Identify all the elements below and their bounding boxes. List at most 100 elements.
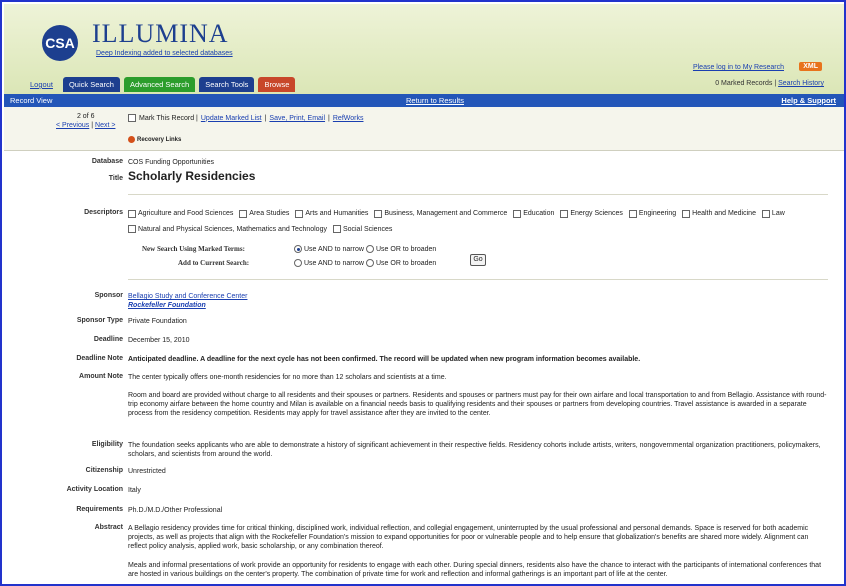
brand-title: ILLUMINA — [92, 19, 229, 48]
descriptor-checkbox[interactable] — [128, 209, 136, 218]
descriptor-checkbox[interactable] — [513, 209, 522, 218]
marked-records-status: 0 Marked Records | Search History — [715, 80, 824, 87]
mark-record-checkbox[interactable] — [128, 114, 136, 122]
abstract-label: Abstract — [94, 524, 123, 531]
refworks-link[interactable]: RefWorks — [333, 115, 364, 122]
header: CSA ILLUMINA Deep Indexing added to sele… — [4, 4, 844, 94]
record-navigation: 2 of 6 < Previous | Next > Mark This Rec… — [4, 107, 844, 151]
descriptor-item[interactable]: Agriculture and Food Sciences — [128, 207, 233, 220]
sponsor-link[interactable]: Bellagio Study and Conference Center — [128, 292, 828, 301]
descriptor-item[interactable]: Area Studies — [239, 207, 289, 220]
citizenship-label: Citizenship — [85, 467, 123, 474]
sponsor-parent-link[interactable]: Rockefeller Foundation — [128, 301, 828, 310]
record-count: 2 of 6 — [76, 113, 95, 120]
descriptor-checkbox[interactable] — [628, 209, 637, 218]
action-separator: | — [264, 114, 267, 122]
requirements-value: Ph.D./M.D./Other Professional — [128, 507, 223, 514]
database-value: COS Funding Opportunities — [128, 159, 214, 166]
descriptor-item[interactable]: Education — [513, 207, 554, 220]
abstract-paragraph-1: A Bellagio residency provides time for c… — [128, 525, 809, 550]
search-history-link[interactable]: Search History — [778, 80, 824, 87]
descriptor-checkbox[interactable] — [682, 209, 691, 218]
deep-indexing-link[interactable]: Deep Indexing added to selected database… — [96, 50, 233, 57]
csa-logo: CSA — [42, 25, 78, 61]
mark-record-label: Mark This Record | — [139, 114, 198, 122]
descriptor-checkbox[interactable] — [332, 225, 341, 233]
record-view-bar: Record View Return to Results Help & Sup… — [4, 94, 844, 107]
descriptor-checkbox[interactable] — [560, 209, 569, 218]
divider — [128, 194, 828, 195]
go-button[interactable]: Go — [470, 254, 486, 266]
descriptors-label: Descriptors — [84, 209, 123, 216]
descriptor-checkbox[interactable] — [761, 209, 770, 218]
descriptor-checkbox[interactable] — [374, 209, 383, 218]
record-pager: 2 of 6 < Previous | Next > — [56, 112, 115, 130]
return-to-results-link[interactable]: Return to Results — [406, 94, 464, 107]
add-search-or-option[interactable]: Use OR to broaden — [366, 259, 436, 267]
tab-browse[interactable]: Browse — [258, 77, 296, 92]
recovery-links-button[interactable]: Recovery Links — [128, 136, 181, 143]
eligibility-value: The foundation seeks applicants who are … — [128, 442, 821, 458]
new-search-label: New Search Using Marked Terms: — [142, 245, 245, 253]
marked-records-count: 0 Marked Records | — [715, 80, 777, 87]
requirements-label: Requirements — [76, 506, 123, 513]
record-title: Scholarly Residencies — [128, 169, 256, 183]
activity-location-label: Activity Location — [66, 486, 123, 493]
sponsor-label: Sponsor — [94, 292, 123, 299]
descriptors-list: Agriculture and Food Sciences Area Studi… — [128, 207, 828, 238]
add-search-or-radio[interactable] — [366, 259, 374, 267]
descriptor-checkbox[interactable] — [128, 225, 136, 233]
record-view-label: Record View — [10, 96, 53, 105]
logout-link[interactable]: Logout — [24, 77, 59, 92]
sponsor-values: Bellagio Study and Conference Center Roc… — [128, 292, 828, 310]
save-print-email-link[interactable]: Save, Print, Email — [269, 115, 325, 122]
sponsor-type-value: Private Foundation — [128, 318, 187, 325]
descriptor-item[interactable]: Engineering — [628, 207, 676, 220]
tab-advanced-search[interactable]: Advanced Search — [123, 77, 196, 92]
descriptor-checkbox[interactable] — [295, 209, 304, 218]
tab-search-tools[interactable]: Search Tools — [199, 77, 255, 92]
new-search-and-radio[interactable] — [294, 245, 302, 253]
citizenship-value: Unrestricted — [128, 468, 166, 475]
previous-link[interactable]: < Previous — [56, 122, 89, 129]
recovery-links-label: Recovery Links — [137, 136, 182, 143]
eligibility-label: Eligibility — [91, 441, 123, 448]
amount-note-detail: Room and board are provided without char… — [128, 392, 827, 417]
divider — [128, 279, 828, 280]
action-separator: | — [328, 114, 330, 122]
new-search-or-option[interactable]: Use OR to broaden — [366, 245, 436, 253]
deadline-label: Deadline — [93, 336, 123, 343]
descriptor-item[interactable]: Health and Medicine — [682, 207, 756, 220]
search-tabs: Logout Quick Search Advanced Search Sear… — [24, 77, 296, 92]
descriptor-item[interactable]: Energy Sciences — [560, 207, 623, 220]
descriptor-item[interactable]: Business, Management and Commerce — [374, 207, 507, 220]
amount-note-value: The center typically offers one-month re… — [128, 374, 447, 381]
next-link[interactable]: Next > — [95, 122, 115, 129]
deadline-note-value: Anticipated deadline. A deadline for the… — [128, 356, 641, 363]
new-search-or-radio[interactable] — [366, 245, 374, 253]
pager-separator: | — [91, 122, 94, 129]
help-support-link[interactable]: Help & Support — [781, 94, 836, 107]
xml-button[interactable]: XML — [799, 62, 822, 71]
browser-frame: CSA ILLUMINA Deep Indexing added to sele… — [0, 0, 846, 586]
descriptor-item[interactable]: Social Sciences — [332, 223, 392, 236]
tab-quick-search[interactable]: Quick Search — [62, 77, 120, 92]
sponsor-type-label: Sponsor Type — [76, 317, 123, 324]
descriptor-item[interactable]: Law — [761, 207, 785, 220]
descriptor-item[interactable]: Arts and Humanities — [295, 207, 368, 220]
record-actions: Mark This Record | Update Marked List | … — [128, 114, 363, 122]
login-link[interactable]: Please log in to My Research — [693, 64, 784, 71]
add-search-and-radio[interactable] — [294, 259, 302, 267]
update-marked-list-link[interactable]: Update Marked List — [201, 115, 262, 122]
add-search-and-option[interactable]: Use AND to narrow — [294, 259, 364, 267]
deadline-note-label: Deadline Note — [76, 355, 123, 362]
recovery-icon — [128, 136, 135, 143]
amount-note-label: Amount Note — [79, 373, 123, 380]
activity-location-value: Italy — [128, 487, 141, 494]
descriptor-item[interactable]: Natural and Physical Sciences, Mathemati… — [128, 223, 327, 236]
descriptor-checkbox[interactable] — [239, 209, 248, 218]
add-search-label: Add to Current Search: — [178, 259, 250, 267]
deadline-value: December 15, 2010 — [128, 337, 190, 344]
new-search-and-option[interactable]: Use AND to narrow — [294, 245, 364, 253]
title-label: Title — [108, 175, 123, 182]
